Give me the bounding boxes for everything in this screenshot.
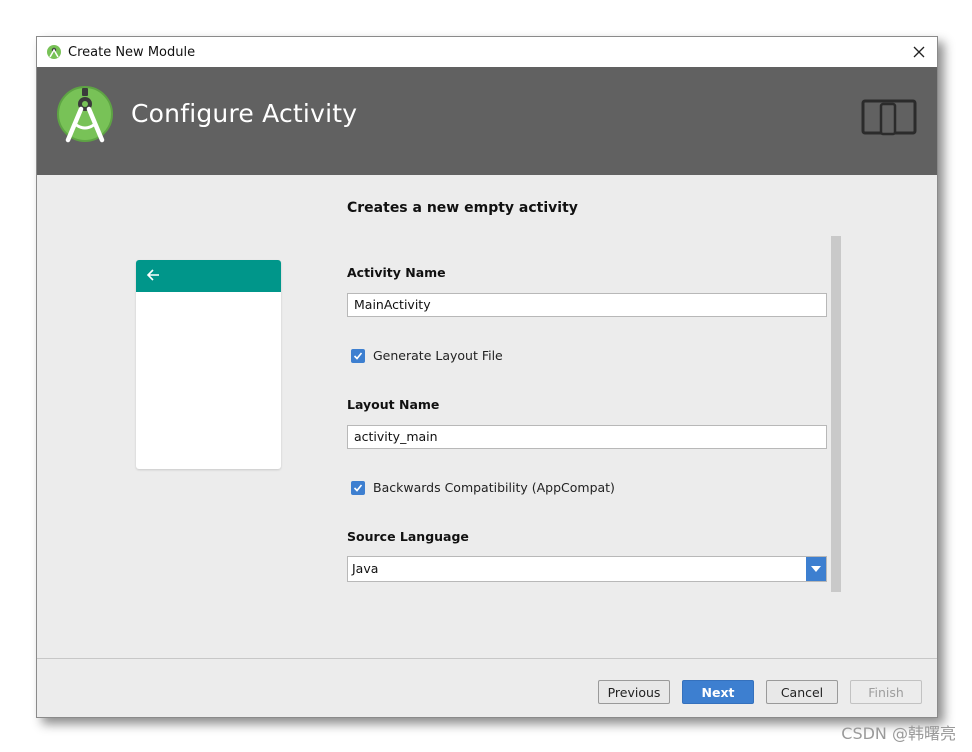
generate-layout-checkbox[interactable] (351, 348, 365, 363)
form-scrollbar[interactable] (831, 236, 841, 592)
page-title: Configure Activity (131, 99, 358, 128)
appcompat-label: Backwards Compatibility (AppCompat) (373, 480, 615, 495)
tablet-phone-icon (861, 98, 917, 138)
android-studio-logo-icon (55, 82, 115, 152)
header-banner: Configure Activity (37, 67, 937, 175)
watermark: CSDN @韩曙亮 (841, 724, 956, 743)
layout-name-input[interactable]: activity_main (347, 425, 827, 449)
finish-button[interactable]: Finish (850, 680, 922, 704)
footer-divider (37, 658, 937, 659)
close-icon[interactable] (909, 42, 929, 62)
activity-preview (136, 260, 281, 469)
activity-description: Creates a new empty activity (347, 200, 578, 216)
android-studio-icon (46, 44, 62, 60)
window-title: Create New Module (68, 44, 196, 60)
source-language-select[interactable]: Java (347, 556, 827, 582)
cancel-button[interactable]: Cancel (766, 680, 838, 704)
appcompat-checkbox[interactable] (351, 480, 365, 495)
generate-layout-checkbox-row[interactable]: Generate Layout File (351, 348, 503, 363)
source-language-label: Source Language (347, 529, 469, 544)
preview-app-bar (136, 260, 281, 292)
appcompat-checkbox-row[interactable]: Backwards Compatibility (AppCompat) (351, 480, 615, 495)
chevron-down-icon[interactable] (806, 557, 826, 581)
activity-name-input[interactable]: MainActivity (347, 293, 827, 317)
title-bar: Create New Module (37, 37, 937, 67)
arrow-back-icon (146, 267, 160, 286)
layout-name-label: Layout Name (347, 397, 440, 412)
create-new-module-dialog: Create New Module Configure Activity Cre… (36, 36, 938, 718)
next-button[interactable]: Next (682, 680, 754, 704)
activity-name-label: Activity Name (347, 265, 446, 280)
previous-button[interactable]: Previous (598, 680, 670, 704)
source-language-value: Java (352, 561, 379, 576)
generate-layout-label: Generate Layout File (373, 348, 503, 363)
